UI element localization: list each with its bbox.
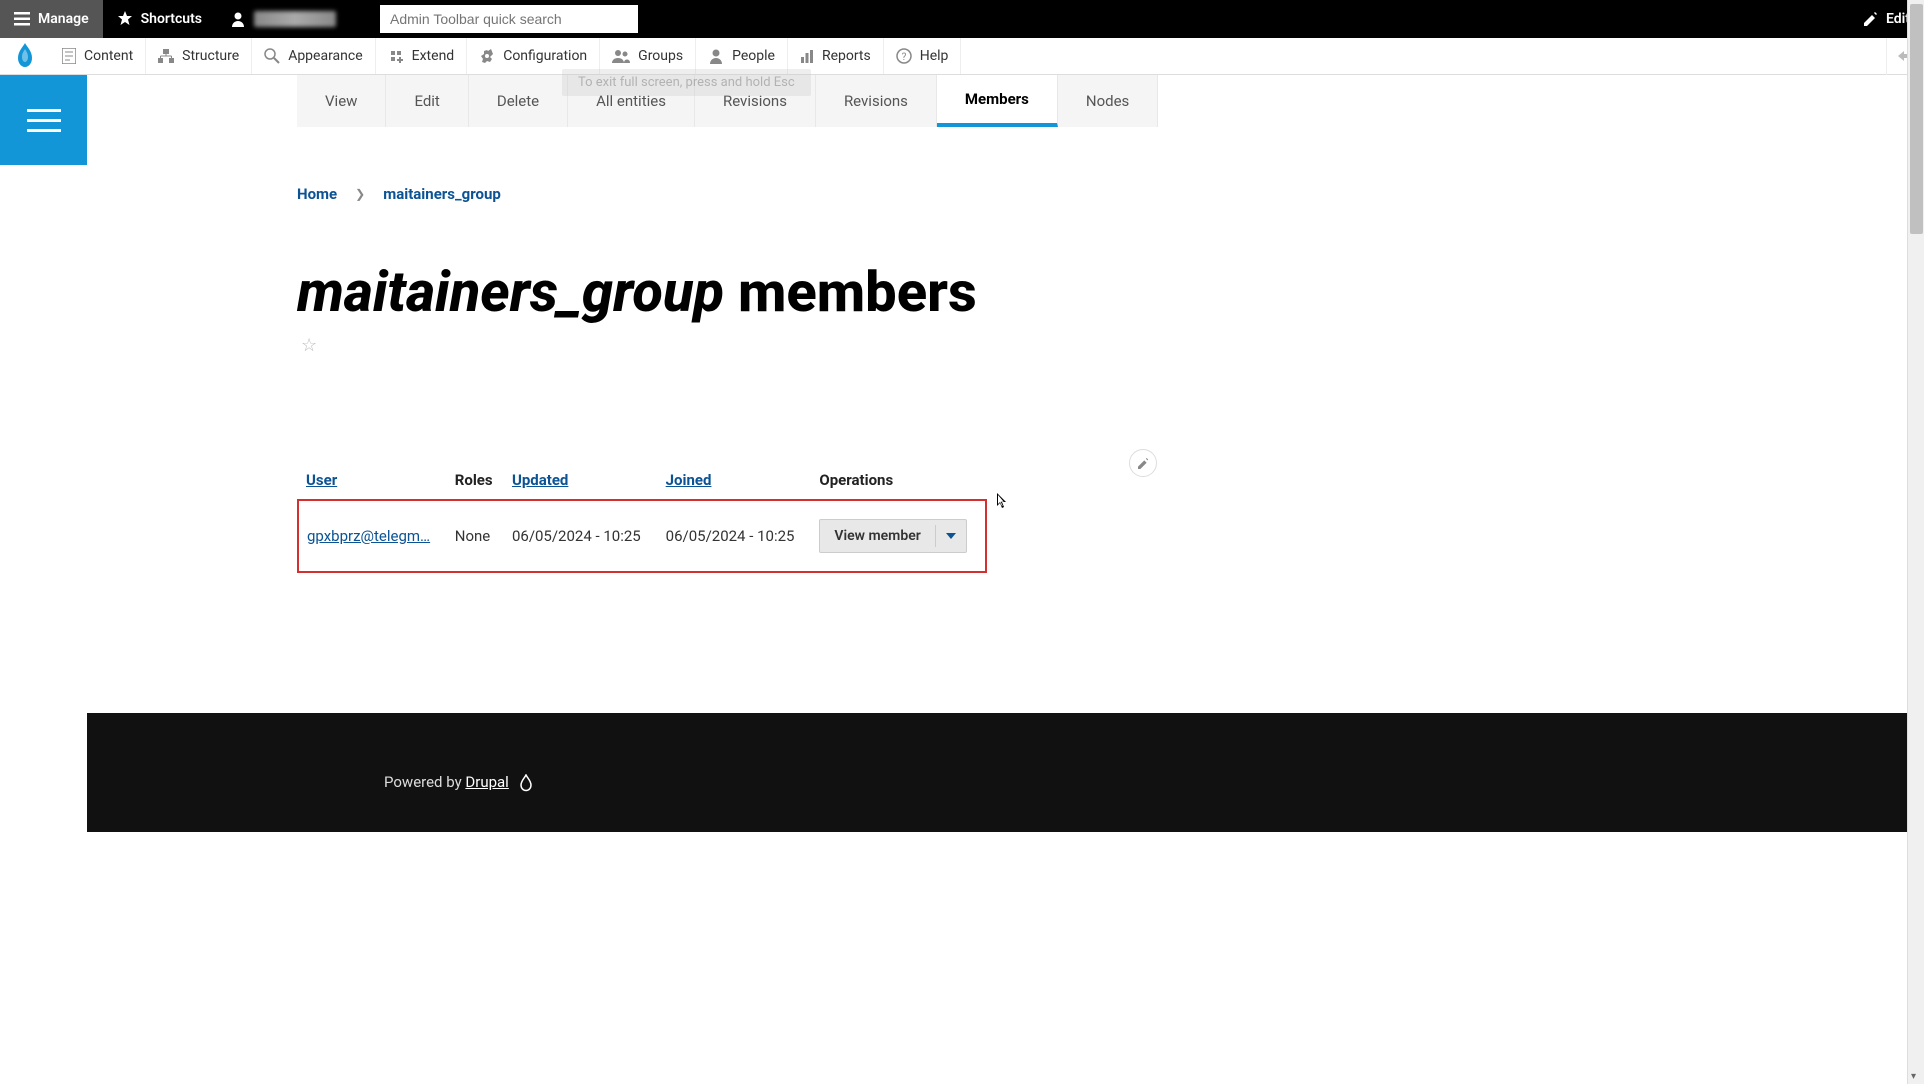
menu-configuration-label: Configuration xyxy=(503,48,587,64)
manage-button[interactable]: Manage xyxy=(0,0,103,38)
content-icon xyxy=(62,48,76,64)
shortcuts-button[interactable]: Shortcuts xyxy=(103,0,216,38)
members-table: User Roles Updated Joined Operations gpx… xyxy=(297,461,987,573)
cell-joined: 06/05/2024 - 10:25 xyxy=(658,500,812,572)
table-row: gpxbprz@telegm… None 06/05/2024 - 10:25 … xyxy=(298,500,986,572)
breadcrumb-home[interactable]: Home xyxy=(297,185,337,203)
page-title: maitainers_group members xyxy=(297,259,1924,325)
fullscreen-tooltip: To exit full screen, press and hold Esc xyxy=(562,69,811,96)
tab-view[interactable]: View xyxy=(297,75,386,127)
powered-by-text: Powered by xyxy=(384,773,465,791)
tab-nodes[interactable]: Nodes xyxy=(1058,75,1158,127)
menu-appearance[interactable]: Appearance xyxy=(252,38,375,74)
hamburger-icon xyxy=(27,109,61,132)
user-menu[interactable] xyxy=(216,0,350,38)
menu-groups-label: Groups xyxy=(638,48,683,64)
tab-edit[interactable]: Edit xyxy=(386,75,468,127)
groups-icon xyxy=(612,49,630,63)
left-sidebar xyxy=(0,75,87,1084)
cursor-icon xyxy=(997,493,1009,509)
cell-operations: View member xyxy=(811,500,986,572)
extend-icon xyxy=(388,48,404,64)
menu-extend[interactable]: Extend xyxy=(376,38,468,74)
drupal-drop-icon xyxy=(519,774,533,792)
menu-content-label: Content xyxy=(84,48,133,64)
drupal-link[interactable]: Drupal xyxy=(465,773,508,791)
pencil-icon xyxy=(1864,12,1878,26)
svg-text:?: ? xyxy=(901,52,906,63)
menu-reports-label: Reports xyxy=(822,48,871,64)
members-table-wrap: User Roles Updated Joined Operations gpx… xyxy=(297,461,1147,573)
cell-updated: 06/05/2024 - 10:25 xyxy=(504,500,658,572)
drupal-drop-icon xyxy=(14,43,36,69)
hamburger-icon xyxy=(14,12,30,26)
breadcrumb-current: maitainers_group xyxy=(383,185,501,203)
username-blurred xyxy=(254,11,336,27)
content-area: To exit full screen, press and hold Esc … xyxy=(87,75,1924,1084)
tab-delete[interactable]: Delete xyxy=(469,75,568,127)
drupal-logo[interactable] xyxy=(0,38,50,75)
scrollbar[interactable]: ▾ xyxy=(1907,0,1924,1084)
reports-icon xyxy=(800,49,814,63)
th-operations: Operations xyxy=(811,461,986,500)
configuration-icon xyxy=(479,48,495,64)
tab-members[interactable]: Members xyxy=(937,75,1058,127)
chevron-right-icon: ❯ xyxy=(355,187,365,201)
menu-help-label: Help xyxy=(920,48,949,64)
view-member-button[interactable]: View member xyxy=(820,520,934,552)
table-edit-button[interactable] xyxy=(1129,449,1157,477)
menu-help[interactable]: ? Help xyxy=(884,38,962,74)
menu-appearance-label: Appearance xyxy=(288,48,362,64)
th-user[interactable]: User xyxy=(298,461,447,500)
footer: Powered by Drupal xyxy=(87,713,1924,832)
user-icon xyxy=(230,11,246,27)
cell-roles: None xyxy=(447,500,504,572)
title-suffix: members xyxy=(724,259,977,325)
star-icon xyxy=(117,11,133,27)
manage-label: Manage xyxy=(38,11,89,27)
scrollbar-down-icon[interactable]: ▾ xyxy=(1911,1071,1916,1082)
breadcrumb: Home ❯ maitainers_group xyxy=(297,185,1924,203)
menu-structure-label: Structure xyxy=(182,48,239,64)
appearance-icon xyxy=(264,48,280,64)
pencil-icon xyxy=(1138,458,1149,469)
shortcuts-label: Shortcuts xyxy=(141,11,202,27)
top-toolbar: Manage Shortcuts Edit xyxy=(0,0,1924,38)
menu-people-label: People xyxy=(732,48,775,64)
search-input[interactable] xyxy=(380,5,638,33)
favorite-star-icon[interactable]: ☆ xyxy=(301,335,1924,356)
dropdown-toggle[interactable] xyxy=(935,525,966,547)
chevron-down-icon xyxy=(946,533,956,539)
cell-user: gpxbprz@telegm… xyxy=(298,500,447,572)
scrollbar-thumb[interactable] xyxy=(1910,4,1923,234)
operation-dropdown: View member xyxy=(819,519,966,553)
structure-icon xyxy=(158,49,174,63)
sidebar-hamburger[interactable] xyxy=(0,75,87,165)
th-updated[interactable]: Updated xyxy=(504,461,658,500)
th-joined[interactable]: Joined xyxy=(658,461,812,500)
help-icon: ? xyxy=(896,48,912,64)
th-roles: Roles xyxy=(447,461,504,500)
people-icon xyxy=(708,48,724,64)
admin-menu: Content Structure Appearance Extend Conf… xyxy=(0,38,1924,75)
user-link[interactable]: gpxbprz@telegm… xyxy=(307,527,430,545)
title-group: maitainers_group xyxy=(297,259,724,325)
menu-structure[interactable]: Structure xyxy=(146,38,252,74)
menu-extend-label: Extend xyxy=(412,48,455,64)
tab-revisions-2[interactable]: Revisions xyxy=(816,75,937,127)
menu-content[interactable]: Content xyxy=(50,38,146,74)
